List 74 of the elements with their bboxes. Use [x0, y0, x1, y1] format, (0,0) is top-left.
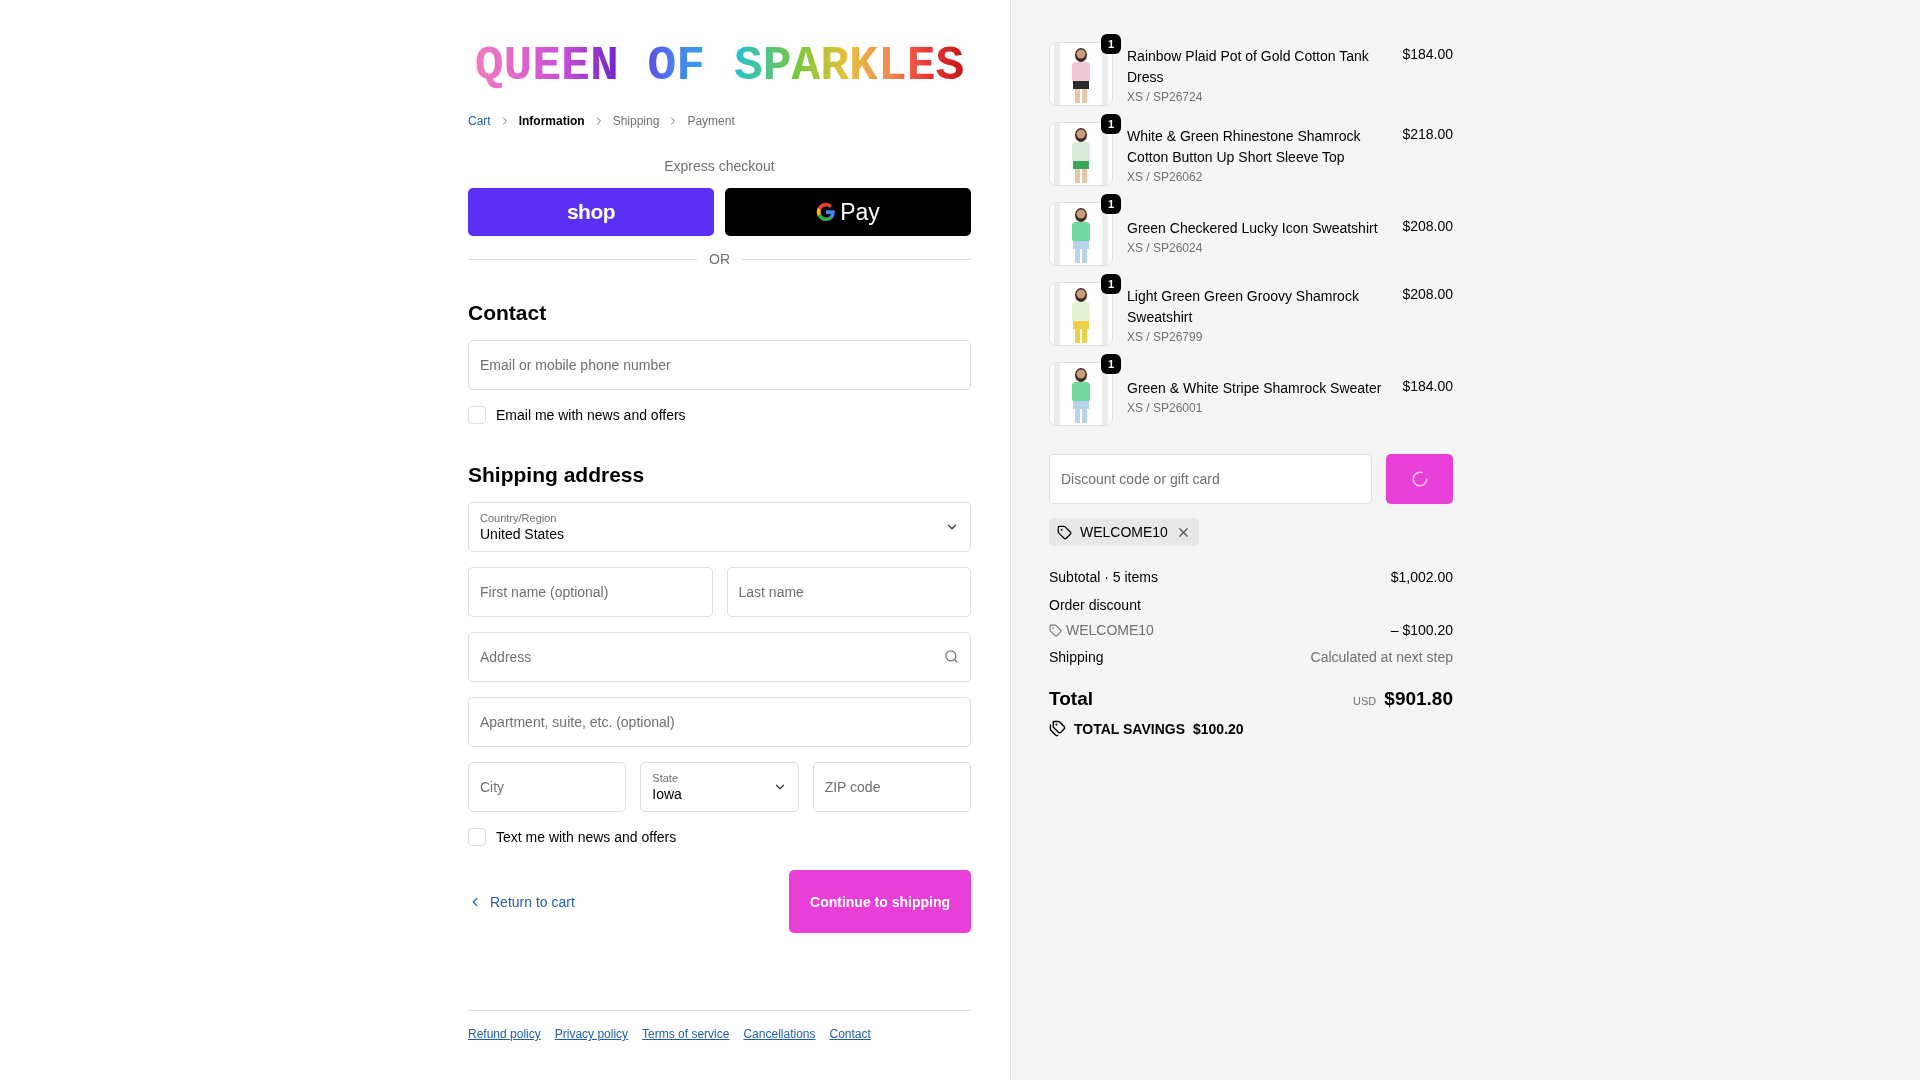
address-field[interactable]: Address: [468, 632, 971, 682]
quantity-badge: 1: [1101, 34, 1121, 54]
google-pay-button[interactable]: Pay: [725, 188, 971, 236]
shipping-label: Shipping: [1049, 648, 1104, 666]
or-divider-text: OR: [709, 251, 730, 267]
footer-link[interactable]: Privacy policy: [554, 1027, 629, 1041]
spinner-icon: [1410, 470, 1429, 488]
select-value: United States: [480, 526, 566, 542]
google-g-icon: [816, 202, 837, 222]
subtotal-label: Subtotal · 5 items: [1049, 568, 1158, 586]
last-name-field[interactable]: Last name: [726, 567, 971, 617]
product-name: Rainbow Plaid Pot of Gold Cotton Tank Dress: [1127, 47, 1370, 87]
product-variant: XS / SP26001: [1127, 401, 1204, 415]
zip-field[interactable]: ZIP code: [812, 762, 971, 812]
savings-label: TOTAL SAVINGS: [1074, 720, 1185, 737]
currency-code: USD: [1353, 695, 1377, 707]
savings-value: $100.20: [1193, 720, 1244, 737]
quantity-badge: 1: [1101, 354, 1121, 374]
product-price: $218.00: [1402, 125, 1453, 142]
checkbox-label: Text me with news and offers: [496, 829, 677, 845]
checkbox[interactable]: [468, 406, 486, 424]
product-price: $208.00: [1402, 217, 1453, 234]
quantity-badge: 1: [1101, 114, 1121, 134]
state-select[interactable]: State Iowa: [640, 762, 799, 812]
product-price: $208.00: [1402, 285, 1453, 302]
discount-amount: – $100.20: [1390, 621, 1453, 639]
product-variant: XS / SP26799: [1127, 330, 1204, 344]
email-field[interactable]: Email or mobile phone number: [468, 340, 971, 390]
product-price: $184.00: [1402, 45, 1453, 62]
apartment-field[interactable]: Apartment, suite, etc. (optional): [468, 697, 971, 747]
product-name: Green Checkered Lucky Icon Sweatshirt: [1127, 219, 1379, 238]
footer-link[interactable]: Contact: [829, 1027, 871, 1041]
product-variant: XS / SP26024: [1127, 241, 1204, 255]
footer-link[interactable]: Cancellations: [743, 1027, 816, 1041]
breadcrumb-item[interactable]: Payment: [687, 114, 735, 128]
section-heading: Contact: [468, 300, 548, 326]
first-name-field[interactable]: First name (optional): [468, 567, 713, 617]
breadcrumb-item[interactable]: Shipping: [612, 114, 660, 128]
footer-link[interactable]: Refund policy: [468, 1027, 541, 1041]
select-label: State: [652, 772, 679, 784]
discount-code: WELCOME10: [1066, 621, 1154, 639]
tags-icon: [1049, 720, 1066, 737]
total-value: $901.80: [1384, 688, 1453, 710]
subtotal-value: $1,002.00: [1390, 568, 1453, 586]
return-to-cart-link[interactable]: Return to cart: [468, 893, 575, 910]
section-heading: Shipping address: [468, 462, 646, 488]
shipping-value: Calculated at next step: [1310, 648, 1453, 666]
product-price: $184.00: [1402, 377, 1453, 394]
discount-field[interactable]: Discount code or gift card: [1049, 454, 1372, 504]
checkbox[interactable]: [468, 828, 486, 846]
total-label: Total: [1049, 688, 1093, 710]
quantity-badge: 1: [1101, 274, 1121, 294]
country-select[interactable]: Country/Region United States: [468, 502, 971, 552]
breadcrumb-item[interactable]: Information: [518, 114, 585, 128]
apply-button[interactable]: [1386, 454, 1453, 504]
express-checkout-title: Express checkout: [663, 158, 776, 174]
city-field[interactable]: City: [468, 762, 627, 812]
search-icon: [944, 649, 959, 664]
breadcrumb-item[interactable]: Cart: [468, 114, 491, 128]
select-value: Iowa: [652, 786, 683, 802]
checkbox-label: Email me with news and offers: [496, 407, 686, 423]
tag-icon: [1049, 623, 1062, 637]
discount-label: Order discount: [1049, 596, 1141, 614]
product-name: White & Green Rhinestone Shamrock Cotton Button Up Short Sleeve Top: [1127, 127, 1362, 167]
shop-pay-button[interactable]: shop: [468, 188, 714, 236]
tag-icon: [1057, 524, 1072, 540]
product-variant: XS / SP26062: [1127, 170, 1204, 184]
quantity-badge: 1: [1101, 194, 1121, 214]
product-variant: XS / SP26724: [1127, 90, 1204, 104]
product-name: Light Green Green Groovy Shamrock Sweatshirt: [1127, 287, 1360, 327]
discount-code: WELCOME10: [1080, 524, 1168, 540]
select-label: Country/Region: [480, 512, 558, 524]
footer-link[interactable]: Terms of service: [642, 1027, 730, 1041]
product-name: Green & White Stripe Shamrock Sweater: [1127, 379, 1383, 398]
